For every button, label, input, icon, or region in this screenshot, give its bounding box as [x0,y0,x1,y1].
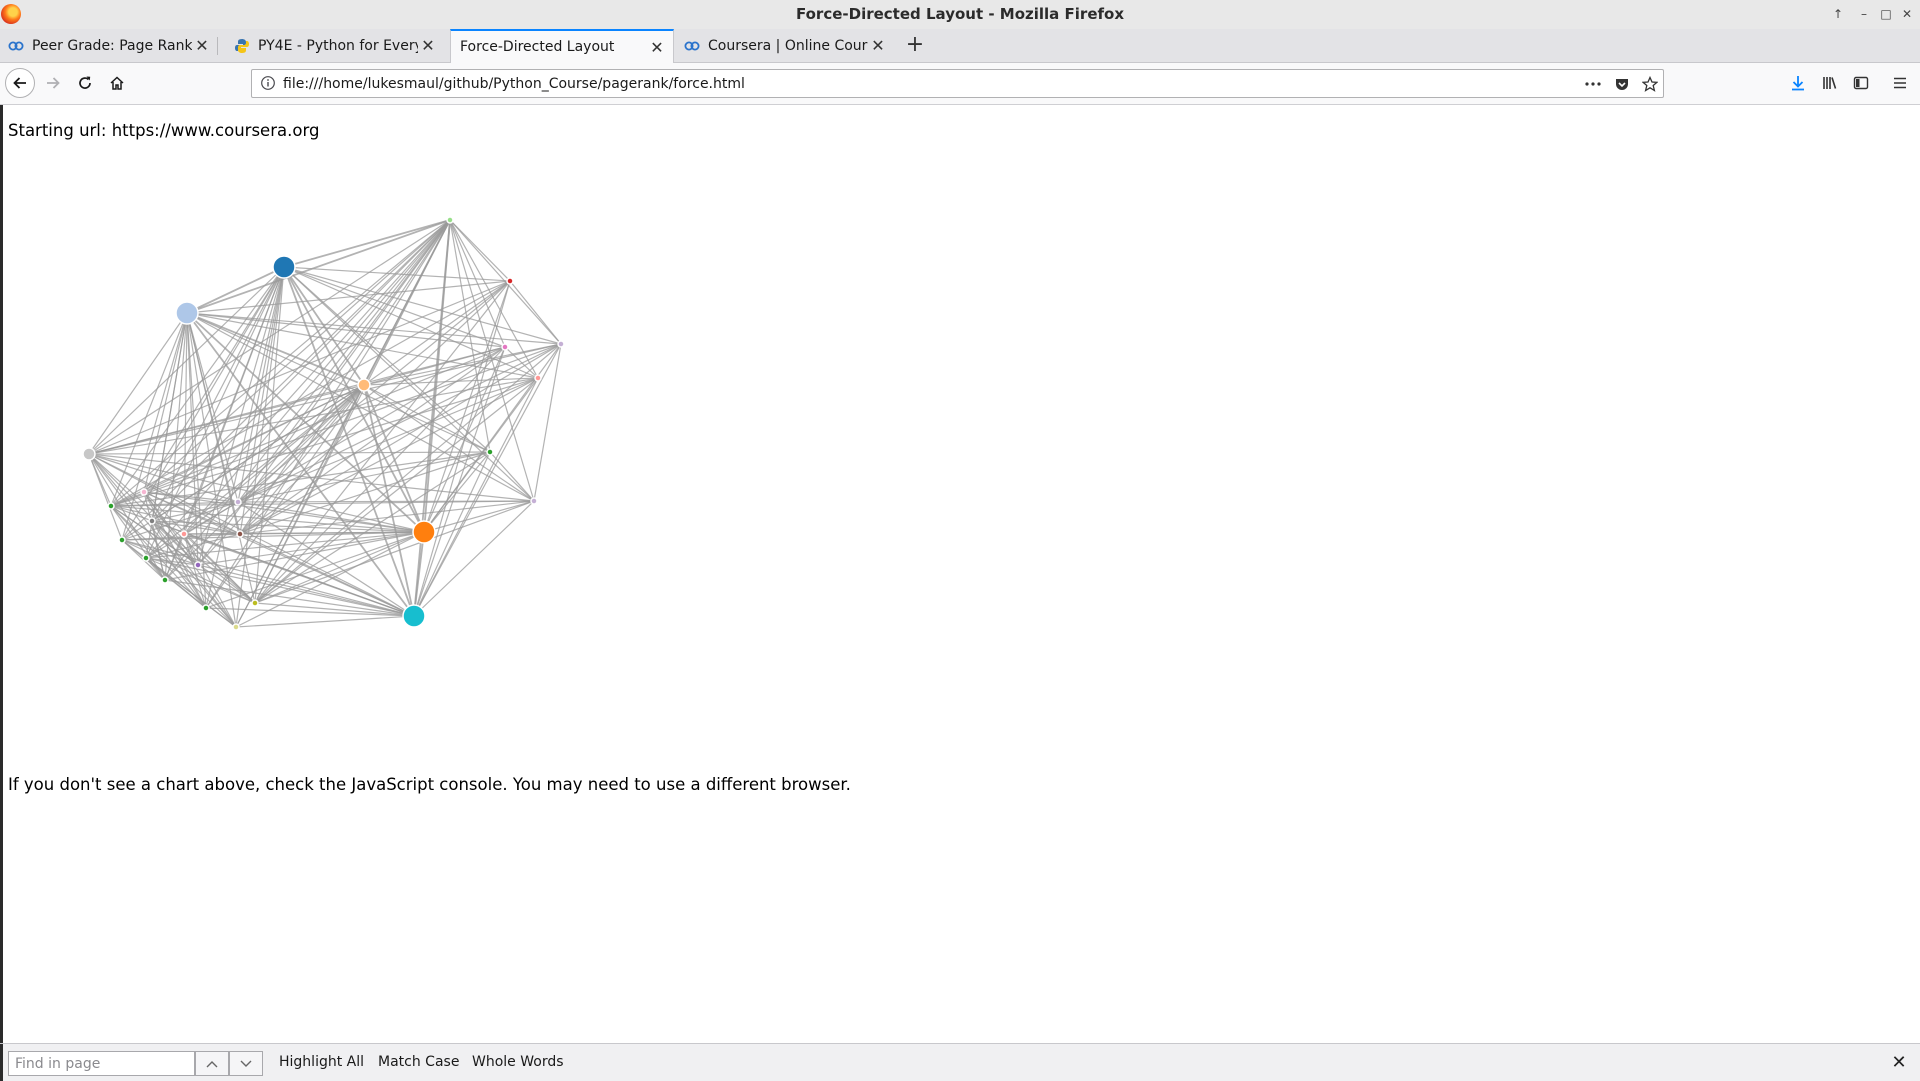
reload-button[interactable] [70,68,100,98]
find-previous-button[interactable] [195,1051,229,1076]
window-minimize-icon[interactable]: – [1855,5,1873,23]
graph-edge [509,280,562,345]
graph-edge [449,219,506,348]
site-info-icon[interactable] [260,75,276,91]
window-title: Force-Directed Layout - Mozilla Firefox [795,5,1124,23]
tab-force-directed-layout[interactable]: Force-Directed Layout ✕ [450,29,674,63]
graph-edge [363,384,535,502]
bookmark-star-icon[interactable] [1640,74,1660,94]
url-input[interactable] [283,72,1483,95]
back-arrow-icon [13,77,26,89]
home-icon [110,76,124,90]
navigation-toolbar [0,63,1920,105]
forward-arrow-icon [47,77,60,89]
back-button[interactable] [5,68,35,98]
graph-node[interactable] [501,343,509,351]
graph-node[interactable] [175,301,199,325]
graph-node[interactable] [486,448,494,456]
find-bar: Highlight All Match Case Whole Words ✕ [0,1043,1920,1081]
find-next-button[interactable] [229,1051,263,1076]
graph-node[interactable] [506,277,514,285]
forward-button[interactable] [38,68,68,98]
graph-edge [533,343,562,502]
sidebar-icon [1853,76,1869,90]
window-edge [0,1044,3,1081]
find-input[interactable] [8,1051,195,1076]
home-button[interactable] [102,68,132,98]
graph-edge [88,219,451,455]
graph-edges [88,219,562,628]
whole-words-toggle[interactable]: Whole Words [472,1054,564,1070]
tab-label: Force-Directed Layout [460,39,615,55]
browser-warning-text: If you don't see a chart above, check th… [8,775,851,794]
page-content: Starting url: https://www.coursera.org I… [0,105,1920,1043]
graph-node[interactable] [402,604,426,628]
hamburger-menu-icon [1894,77,1906,89]
tab-separator [217,37,218,55]
graph-edge [235,615,415,628]
download-icon [1792,76,1804,91]
graph-node[interactable] [412,520,436,544]
graph-node[interactable] [557,340,565,348]
tab-strip: Peer Grade: Page Rank | C ✕ PY4E - Pytho… [0,29,1920,63]
tab-coursera[interactable]: Coursera | Online Course ✕ [676,29,894,62]
graph-node[interactable] [140,488,148,496]
window-close-icon[interactable]: ✕ [1898,5,1916,23]
tab-peer-grade[interactable]: Peer Grade: Page Rank | C ✕ [0,29,218,62]
graph-node[interactable] [194,561,202,569]
graph-node[interactable] [357,378,371,392]
graph-node[interactable] [161,576,169,584]
graph-edge [237,219,451,503]
graph-node[interactable] [180,530,188,538]
window-maximize-icon[interactable]: □ [1877,5,1895,23]
graph-edge [88,343,562,455]
sidebar-button[interactable] [1846,68,1876,98]
tab-close-icon[interactable]: ✕ [647,38,667,57]
reload-icon [79,76,91,89]
coursera-icon [684,38,700,54]
python-icon [234,38,250,54]
graph-node[interactable] [107,502,115,510]
tab-close-icon[interactable]: ✕ [418,36,438,55]
force-directed-graph[interactable] [0,105,620,665]
graph-node[interactable] [234,498,242,506]
chevron-up-icon [206,1060,218,1067]
match-case-toggle[interactable]: Match Case [378,1054,459,1070]
find-close-icon[interactable]: ✕ [1888,1052,1910,1074]
library-button[interactable] [1815,68,1845,98]
tab-label: Coursera | Online Course [708,37,868,54]
tab-close-icon[interactable]: ✕ [868,36,888,55]
graph-node[interactable] [534,374,542,382]
url-bar[interactable] [251,69,1664,98]
graph-node[interactable] [530,497,538,505]
graph-edge [449,219,562,345]
tab-label: Peer Grade: Page Rank | C [32,37,192,54]
pocket-icon[interactable] [1612,74,1632,94]
graph-node[interactable] [202,604,210,612]
graph-node[interactable] [82,447,96,461]
graph-node[interactable] [232,623,240,631]
menu-button[interactable] [1885,68,1915,98]
coursera-icon [8,38,24,54]
highlight-all-toggle[interactable]: Highlight All [279,1054,364,1070]
window-keep-above-icon[interactable]: ↑ [1829,5,1847,23]
graph-node[interactable] [446,216,454,224]
graph-node[interactable] [148,517,156,525]
graph-node[interactable] [118,536,126,544]
page-actions-icon[interactable] [1583,74,1603,94]
graph-edge [423,219,451,533]
graph-node[interactable] [236,530,244,538]
window-titlebar: Force-Directed Layout - Mozilla Firefox … [0,0,1920,29]
chevron-down-icon [240,1060,252,1067]
downloads-button[interactable] [1783,68,1813,98]
tab-py4e[interactable]: PY4E - Python for Everybo ✕ [226,29,444,62]
tab-label: PY4E - Python for Everybo [258,37,418,54]
new-tab-button[interactable]: + [902,29,928,62]
library-icon [1823,77,1837,89]
tab-close-icon[interactable]: ✕ [192,36,212,55]
graph-node[interactable] [142,554,150,562]
graph-node[interactable] [272,255,296,279]
graph-edge [489,451,535,502]
graph-node[interactable] [251,599,259,607]
